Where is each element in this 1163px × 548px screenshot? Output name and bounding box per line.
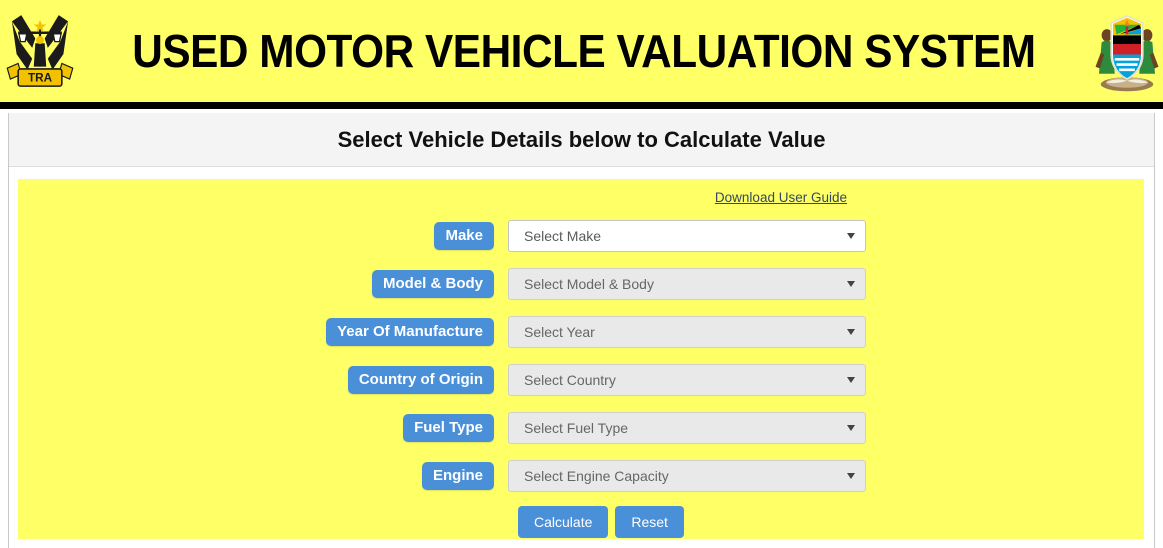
label-cell-country-of-origin: Country of Origin — [18, 365, 508, 395]
year-of-manufacture-select-value: Select Year — [524, 324, 595, 340]
label-cell-make: Make — [18, 221, 508, 251]
chevron-down-icon — [847, 233, 855, 239]
chevron-down-icon — [847, 425, 855, 431]
form-actions: Calculate Reset — [18, 506, 1144, 538]
select-cell-model-body: Select Model & Body — [508, 268, 866, 300]
form-row-country-of-origin: Country of Origin Select Country — [18, 356, 1144, 404]
page-body: Select Vehicle Details below to Calculat… — [0, 113, 1163, 548]
download-guide-row: Download User Guide — [18, 185, 1144, 209]
fuel-type-select-value: Select Fuel Type — [524, 420, 629, 436]
reset-button[interactable]: Reset — [615, 506, 684, 538]
select-cell-fuel-type: Select Fuel Type — [508, 412, 866, 444]
chevron-down-icon — [847, 473, 855, 479]
field-label-fuel-type: Fuel Type — [403, 413, 494, 443]
download-user-guide-link[interactable]: Download User Guide — [715, 190, 847, 205]
label-cell-model-body: Model & Body — [18, 269, 508, 299]
year-of-manufacture-select[interactable]: Select Year — [508, 316, 866, 348]
site-header-banner: TRA USED MOTOR VEHICLE VALUATION SYSTEM — [0, 0, 1163, 102]
form-row-make: Make Select Make — [18, 212, 1144, 260]
vehicle-details-form-card: Download User Guide Make Select Make Mod… — [18, 179, 1144, 539]
engine-select-value: Select Engine Capacity — [524, 468, 669, 484]
label-cell-engine: Engine — [18, 461, 508, 491]
header-bottom-rule — [0, 102, 1163, 109]
content-frame: Select Vehicle Details below to Calculat… — [8, 113, 1155, 548]
fuel-type-select[interactable]: Select Fuel Type — [508, 412, 866, 444]
tanzania-coat-of-arms-icon — [1095, 15, 1159, 92]
field-label-year-of-manufacture: Year Of Manufacture — [326, 317, 494, 347]
model-body-select-value: Select Model & Body — [524, 276, 654, 292]
chevron-down-icon — [847, 329, 855, 335]
form-row-model-body: Model & Body Select Model & Body — [18, 260, 1144, 308]
chevron-down-icon — [847, 281, 855, 287]
make-select[interactable]: Select Make — [508, 220, 866, 252]
select-cell-engine: Select Engine Capacity — [508, 460, 866, 492]
engine-select[interactable]: Select Engine Capacity — [508, 460, 866, 492]
calculate-button[interactable]: Calculate — [518, 506, 609, 538]
chevron-down-icon — [847, 377, 855, 383]
field-label-model-body: Model & Body — [372, 269, 494, 299]
select-cell-country-of-origin: Select Country — [508, 364, 866, 396]
make-select-value: Select Make — [524, 228, 602, 244]
svg-text:TRA: TRA — [28, 71, 53, 84]
model-body-select[interactable]: Select Model & Body — [508, 268, 866, 300]
page-title: USED MOTOR VEHICLE VALUATION SYSTEM — [131, 25, 1036, 77]
form-row-engine: Engine Select Engine Capacity — [18, 452, 1144, 500]
form-row-fuel-type: Fuel Type Select Fuel Type — [18, 404, 1144, 452]
panel-heading: Select Vehicle Details below to Calculat… — [9, 113, 1154, 167]
field-label-country-of-origin: Country of Origin — [347, 365, 494, 395]
country-of-origin-select[interactable]: Select Country — [508, 364, 866, 396]
panel-heading-text: Select Vehicle Details below to Calculat… — [337, 126, 826, 152]
tra-logo-icon: TRA — [6, 15, 74, 87]
field-label-engine: Engine — [421, 461, 494, 491]
form-row-year-of-manufacture: Year Of Manufacture Select Year — [18, 308, 1144, 356]
select-cell-make: Select Make — [508, 220, 866, 252]
field-label-make: Make — [434, 221, 494, 251]
label-cell-fuel-type: Fuel Type — [18, 413, 508, 443]
select-cell-year-of-manufacture: Select Year — [508, 316, 866, 348]
label-cell-year-of-manufacture: Year Of Manufacture — [18, 317, 508, 347]
form-fields: Make Select Make Model & Body Select Mod… — [18, 212, 1144, 500]
country-of-origin-select-value: Select Country — [524, 372, 616, 388]
header-content: TRA USED MOTOR VEHICLE VALUATION SYSTEM — [0, 0, 1163, 102]
